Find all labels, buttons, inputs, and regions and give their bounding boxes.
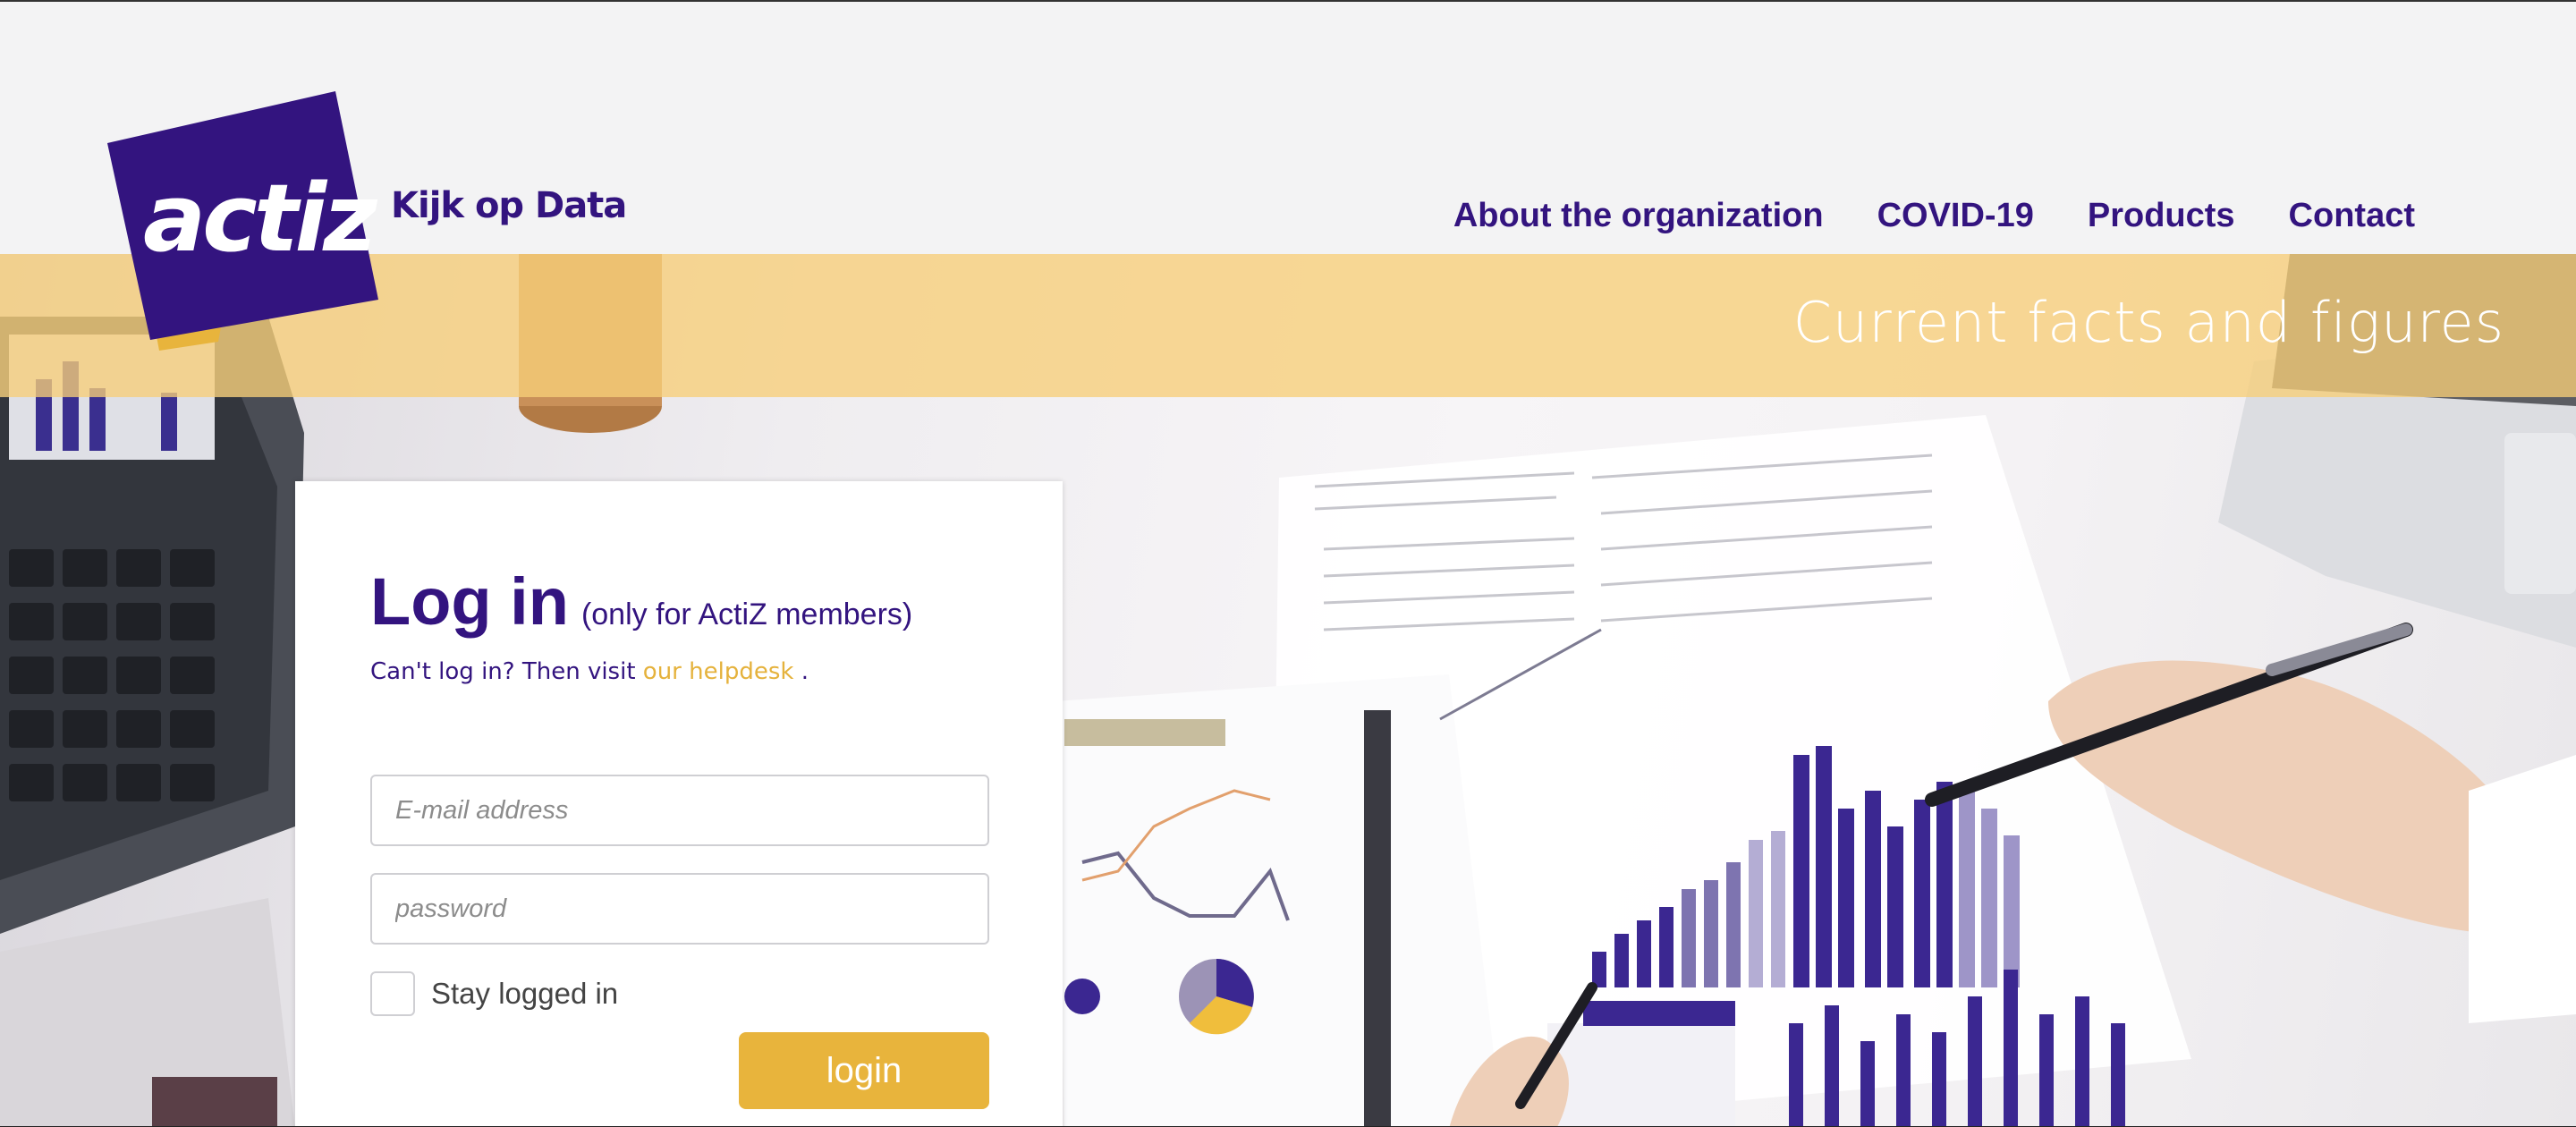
site-tagline: Kijk op Data: [391, 185, 627, 226]
login-card: Log in (only for ActiZ members) Can't log…: [295, 481, 1063, 1127]
helpdesk-link[interactable]: our helpdesk: [643, 658, 794, 685]
login-button[interactable]: login: [739, 1032, 989, 1109]
password-input[interactable]: [370, 873, 989, 945]
login-title: Log in: [370, 564, 569, 639]
nav-products[interactable]: Products: [2088, 197, 2235, 235]
banner-headline: Current facts and figures: [1792, 290, 2504, 355]
stay-logged-in-label[interactable]: Stay logged in: [431, 977, 618, 1011]
email-input[interactable]: [370, 775, 989, 846]
hero-banner: Current facts and figures: [0, 254, 2576, 397]
help-prefix: Can't log in? Then visit: [370, 658, 636, 685]
stay-logged-in-checkbox[interactable]: [370, 971, 415, 1016]
help-suffix: .: [801, 658, 809, 685]
nav-covid-19[interactable]: COVID-19: [1877, 197, 2034, 235]
login-help-text: Can't log in? Then visit our helpdesk .: [370, 658, 809, 685]
logo-wordmark: actiz: [143, 164, 377, 273]
actiz-logo[interactable]: actiz: [107, 91, 385, 360]
login-heading: Log in (only for ActiZ members): [370, 564, 912, 640]
main-nav: About the organization COVID-19 Products…: [1453, 197, 2415, 235]
nav-contact[interactable]: Contact: [2289, 197, 2415, 235]
login-subtitle: (only for ActiZ members): [580, 597, 913, 631]
nav-about[interactable]: About the organization: [1453, 197, 1824, 235]
stay-logged-in-row: Stay logged in: [370, 971, 618, 1016]
